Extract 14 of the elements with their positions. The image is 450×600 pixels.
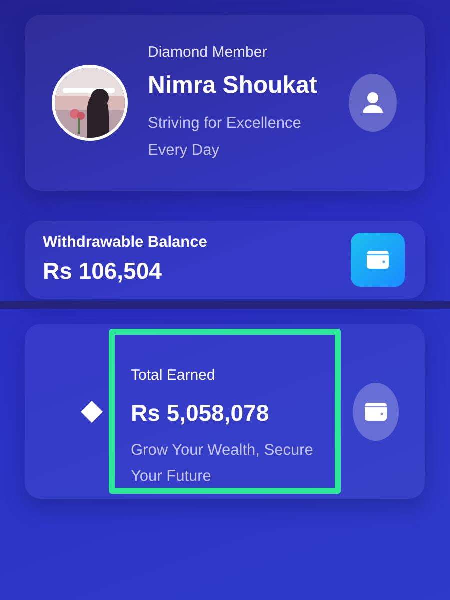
earned-amount: Rs 5,058,078 bbox=[131, 398, 270, 428]
user-name: Nimra Shoukat bbox=[148, 71, 318, 102]
wallet-button[interactable] bbox=[353, 382, 399, 440]
wallet-icon bbox=[365, 402, 387, 420]
balance-label: Withdrawable Balance bbox=[43, 233, 208, 254]
wallet-icon bbox=[367, 251, 389, 269]
wallet-button[interactable] bbox=[351, 233, 405, 287]
tier-label: Diamond Member bbox=[148, 42, 268, 63]
tagline: Striving for Excellence Every Day bbox=[148, 114, 302, 162]
diamond-icon bbox=[81, 400, 103, 422]
user-icon bbox=[363, 92, 383, 114]
balance-amount: Rs 106,504 bbox=[43, 257, 163, 286]
earned-label: Total Earned bbox=[131, 366, 216, 386]
earned-tagline: Grow Your Wealth, Secure Your Future bbox=[131, 441, 314, 487]
